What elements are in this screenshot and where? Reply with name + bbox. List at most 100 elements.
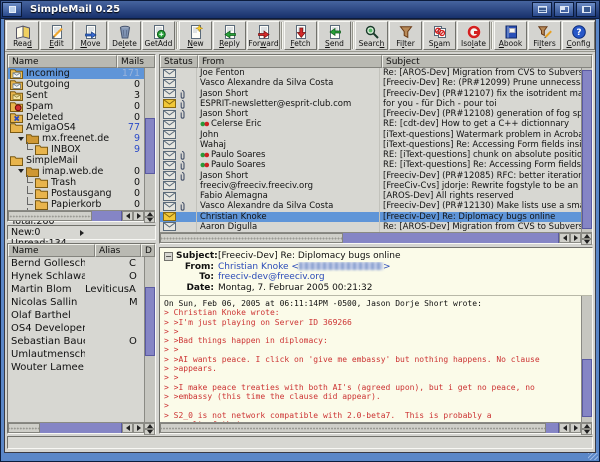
message-row[interactable]: Joe FentonRe: [AROS-Dev] Migration from … xyxy=(160,68,581,78)
contact-row[interactable]: OS4 Developer Liste xyxy=(8,322,144,335)
toolbar-fetch-button[interactable]: Fetch xyxy=(284,21,317,50)
close-button[interactable] xyxy=(2,2,22,17)
message-vscrollbar[interactable] xyxy=(581,68,592,232)
scroll-right-arrow[interactable] xyxy=(570,233,581,243)
folder-row[interactable]: SimpleMail xyxy=(8,155,144,166)
folder-row[interactable]: INBOX9 xyxy=(8,144,144,155)
contact-row[interactable]: Nicolas SallinM xyxy=(8,296,144,309)
contact-row[interactable]: Sebastian BauerO xyxy=(8,335,144,348)
scroll-left-arrow[interactable] xyxy=(559,233,570,243)
message-row[interactable]: freeciv@freeciv.freeciv.org[FreeCiv-Cvs]… xyxy=(160,181,581,191)
toolbar-send-button[interactable]: Send xyxy=(318,21,351,50)
toolbar-spam-button[interactable]: Spam xyxy=(423,21,456,50)
collapse-header-button[interactable]: − xyxy=(164,252,173,261)
contact-col-name[interactable]: Name xyxy=(8,244,95,257)
scroll-left-arrow[interactable] xyxy=(559,423,570,433)
zoom-button[interactable] xyxy=(554,2,574,17)
contact-hscroll-thumb[interactable] xyxy=(8,423,40,433)
message-row[interactable]: Jason Short[Freeciv-Dev] (PR#12085) RFC:… xyxy=(160,171,581,181)
scroll-down-arrow[interactable] xyxy=(581,239,592,245)
contact-col-d[interactable]: D xyxy=(141,244,155,257)
toolbar-isolate-button[interactable]: Isolate xyxy=(457,21,490,50)
titlebar[interactable]: SimpleMail 0.25 xyxy=(1,1,599,19)
toolbar-filter-button[interactable]: Filter xyxy=(389,21,422,50)
message-col-status[interactable]: Status xyxy=(160,55,198,68)
scroll-right-arrow[interactable] xyxy=(133,423,144,433)
message-row[interactable]: Paulo SoaresRE: [iText-questions] chunk … xyxy=(160,150,581,160)
iconify-button[interactable] xyxy=(532,2,552,17)
message-row[interactable]: Vasco Alexandre da Silva Costa[Freeciv-D… xyxy=(160,78,581,88)
toolbar-delete-button[interactable]: Delete xyxy=(108,21,141,50)
folder-row[interactable]: Incoming171 xyxy=(8,68,144,79)
preview-vscrollbar[interactable] xyxy=(581,296,592,422)
folder-vscrollbar[interactable] xyxy=(144,68,155,210)
message-row[interactable]: Aaron DigullaRe: [AROS-Dev] Migration fr… xyxy=(160,222,581,232)
preview-from-link[interactable]: Christian Knoke <> xyxy=(218,262,391,273)
message-row[interactable]: Vasco Alexandre da Silva Costa[Freeciv-D… xyxy=(160,201,581,211)
toolbar-abook-button[interactable]: Abook xyxy=(494,21,527,50)
contact-vscrollbar[interactable] xyxy=(144,257,155,422)
totals-expand-icon[interactable] xyxy=(80,230,153,236)
message-hscrollbar[interactable] xyxy=(160,232,592,243)
resize-handle[interactable] xyxy=(588,453,598,460)
contact-col-alias[interactable]: Alias xyxy=(95,244,141,257)
message-hscroll-thumb[interactable] xyxy=(160,233,343,243)
message-col-subject[interactable]: Subject xyxy=(382,55,592,68)
message-row[interactable]: Wahaj[iText-questions] Re: Accessing For… xyxy=(160,140,581,150)
contact-row[interactable]: Hynek SchlawackO xyxy=(8,270,144,283)
folder-row[interactable]: Deleted0 xyxy=(8,112,144,123)
toolbar-read-button[interactable]: Read xyxy=(6,21,39,50)
folder-row[interactable]: AmigaOS477 xyxy=(8,122,144,133)
preview-vscroll-thumb[interactable] xyxy=(582,359,592,417)
toolbar-config-button[interactable]: ?Config xyxy=(562,21,595,50)
scroll-left-arrow[interactable] xyxy=(122,211,133,221)
folder-row[interactable]: Outgoing0 xyxy=(8,79,144,90)
toolbar-move-button[interactable]: Move xyxy=(74,21,107,50)
message-row[interactable]: Celerse EricRE: [cdt-dev] How to get a C… xyxy=(160,119,581,129)
message-row[interactable]: ESPRIT-newsletter@esprit-club.comfor you… xyxy=(160,99,581,109)
preview-to-link[interactable]: freeciv-dev@freeciv.org xyxy=(218,272,325,283)
message-row[interactable]: Christian Knoke[Freeciv-Dev] Re: Diploma… xyxy=(160,212,581,222)
message-row[interactable]: Paulo SoaresRE: [iText-questions] Re: Ac… xyxy=(160,160,581,170)
contact-row[interactable]: Bernd GolleschC xyxy=(8,257,144,270)
folder-col-name[interactable]: Name xyxy=(8,55,117,68)
toolbar-edit-button[interactable]: Edit xyxy=(40,21,73,50)
contact-row[interactable]: Olaf Barthel xyxy=(8,309,144,322)
toolbar-reply-button[interactable]: Reply xyxy=(213,21,246,50)
folder-name: Sent xyxy=(26,90,116,101)
message-row[interactable]: Fabio Alemagna[AROS-Dev] All rights rese… xyxy=(160,191,581,201)
expander-icon[interactable] xyxy=(18,137,24,141)
scroll-down-arrow[interactable] xyxy=(144,429,155,435)
preview-hscroll-thumb[interactable] xyxy=(160,423,546,433)
getadd-icon xyxy=(151,24,167,40)
contact-row[interactable]: Martin BlomLeviticusA xyxy=(8,283,144,296)
message-row[interactable]: Jason Short[Freeciv-Dev] (PR#12107) fix … xyxy=(160,89,581,99)
expander-icon[interactable] xyxy=(18,169,24,173)
scroll-down-arrow[interactable] xyxy=(144,217,155,223)
message-row[interactable]: Jason Short[Freeciv-Dev] (PR#12108) gene… xyxy=(160,109,581,119)
folder-row[interactable]: Spam0 xyxy=(8,101,144,112)
contact-row[interactable]: Umlautmensch xyxy=(8,348,144,361)
toolbar-filters-button[interactable]: Filters xyxy=(528,21,561,50)
folder-row[interactable]: Sent3 xyxy=(8,90,144,101)
folder-hscrollbar[interactable] xyxy=(8,210,155,221)
contact-row[interactable]: Wouter Lamee xyxy=(8,361,144,374)
message-col-from[interactable]: From xyxy=(198,55,382,68)
toolbar-new-button[interactable]: New xyxy=(179,21,212,50)
folder-hscroll-thumb[interactable] xyxy=(8,211,92,221)
folder-col-mails[interactable]: Mails xyxy=(117,55,155,68)
scroll-down-arrow[interactable] xyxy=(581,429,592,435)
contact-vscroll-thumb[interactable] xyxy=(145,287,155,356)
preview-hscrollbar[interactable] xyxy=(160,422,592,433)
scroll-right-arrow[interactable] xyxy=(570,423,581,433)
contact-hscrollbar[interactable] xyxy=(8,422,155,433)
toolbar-getadd-button[interactable]: GetAdd xyxy=(142,21,175,50)
message-vscroll-thumb[interactable] xyxy=(582,70,592,229)
toolbar-search-button[interactable]: Search xyxy=(355,21,388,50)
toolbar-forward-button[interactable]: Forward xyxy=(247,21,280,50)
depth-button[interactable] xyxy=(576,2,596,17)
scroll-right-arrow[interactable] xyxy=(133,211,144,221)
scroll-left-arrow[interactable] xyxy=(122,423,133,433)
message-row[interactable]: John[iText-questions] Watermark problem … xyxy=(160,130,581,140)
folder-vscroll-thumb[interactable] xyxy=(145,118,155,175)
